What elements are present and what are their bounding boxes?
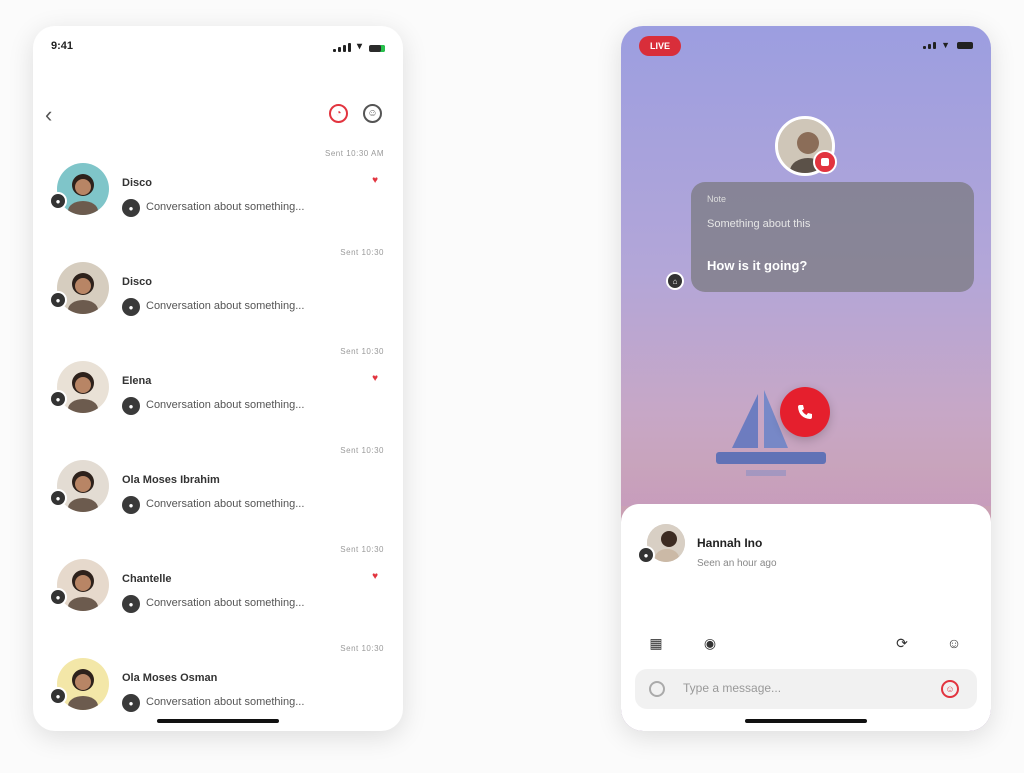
chat-list-item[interactable]: Sent 10:30 ● Ola Moses Osman ● Conversation … bbox=[33, 644, 403, 731]
chat-time: Sent 10:30 bbox=[340, 446, 384, 455]
battery-icon bbox=[957, 41, 973, 49]
chat-name: Chantelle bbox=[122, 573, 172, 585]
emoji-icon[interactable]: ☺ bbox=[941, 680, 959, 698]
chat-time: Sent 10:30 bbox=[340, 347, 384, 356]
message-user-icon: ● bbox=[122, 595, 140, 613]
home-icon: ⌂ bbox=[666, 272, 684, 290]
bubble-message: How is it going? bbox=[707, 258, 808, 273]
avatar[interactable] bbox=[57, 460, 109, 512]
phone-icon bbox=[798, 405, 812, 419]
chat-preview: Conversation about something... bbox=[146, 201, 305, 213]
message-user-icon: ● bbox=[122, 298, 140, 316]
qr-code-icon[interactable]: ▦ bbox=[645, 632, 667, 654]
chat-name: Elena bbox=[122, 375, 152, 387]
chat-preview: Conversation about something... bbox=[146, 597, 305, 609]
user-badge-icon: ● bbox=[49, 687, 67, 705]
heart-icon[interactable]: ♥ bbox=[372, 571, 378, 582]
chat-preview: Conversation about something... bbox=[146, 300, 305, 312]
eye-icon[interactable]: ◉ bbox=[699, 632, 721, 654]
signal-icon bbox=[923, 41, 937, 49]
bottom-sheet: ● Hannah Ino Seen an hour ago ▦ ◉ ⟳ ☺ Ty… bbox=[621, 504, 991, 731]
chat-list-item[interactable]: Sent 10:30 ● Ola Moses Ibrahim ● Conversatio… bbox=[33, 446, 403, 545]
chat-list-item[interactable]: Sent 10:30 ● Elena ● Conversation about some… bbox=[33, 347, 403, 446]
avatar[interactable] bbox=[57, 658, 109, 710]
user-badge-icon: ● bbox=[49, 192, 67, 210]
profile-icon[interactable]: ☺ bbox=[943, 632, 965, 654]
status-icons: ▼ bbox=[923, 40, 973, 50]
message-user-icon: ● bbox=[122, 694, 140, 712]
chat-name: Ola Moses Osman bbox=[122, 672, 218, 684]
contact-status: Seen an hour ago bbox=[697, 558, 777, 569]
avatar[interactable] bbox=[57, 163, 109, 215]
chat-name: Ola Moses Ibrahim bbox=[122, 474, 220, 486]
chat-list-item[interactable]: Sent 10:30 AM ● Disco ● Conversation about s… bbox=[33, 149, 403, 248]
status-bar: 9:41 ▾ bbox=[33, 26, 403, 66]
contact-name: Hannah Ino bbox=[697, 536, 763, 550]
avatar[interactable] bbox=[57, 559, 109, 611]
chat-list-phone: 9:41 ▾ ‹ ◔ ☺ Sent 10:30 AM ● Disco ● Convers… bbox=[33, 26, 403, 731]
avatar[interactable] bbox=[57, 262, 109, 314]
chat-time: Sent 10:30 bbox=[340, 644, 384, 653]
chat-time: Sent 10:30 AM bbox=[325, 149, 384, 158]
record-icon[interactable] bbox=[813, 150, 837, 174]
user-badge-icon: ● bbox=[49, 291, 67, 309]
bubble-subtext: Something about this bbox=[707, 218, 811, 230]
home-indicator bbox=[157, 719, 279, 723]
user-badge-icon: ● bbox=[49, 390, 67, 408]
heart-icon[interactable]: ♥ bbox=[372, 373, 378, 384]
back-chevron-icon[interactable]: ‹ bbox=[45, 104, 52, 126]
user-badge-icon: ● bbox=[49, 489, 67, 507]
live-badge: LIVE bbox=[639, 36, 682, 56]
chat-time: Sent 10:30 bbox=[340, 248, 384, 257]
camera-flip-icon[interactable]: ⟳ bbox=[891, 632, 913, 654]
end-call-button[interactable] bbox=[780, 387, 830, 437]
home-indicator bbox=[745, 719, 867, 723]
wifi-icon: ▼ bbox=[941, 40, 950, 50]
message-input[interactable]: Type a message... ☺ bbox=[635, 669, 977, 709]
chat-list-item[interactable]: Sent 10:30 ● Chantelle ● Conversation about … bbox=[33, 545, 403, 644]
profile-badge-icon: ● bbox=[637, 546, 655, 564]
message-user-icon: ● bbox=[122, 199, 140, 217]
signal-icon: ▾ bbox=[332, 40, 385, 52]
avatar[interactable] bbox=[57, 361, 109, 413]
chat-preview: Conversation about something... bbox=[146, 696, 305, 708]
timer-icon[interactable]: ◔ bbox=[329, 104, 348, 123]
message-placeholder: Type a message... bbox=[683, 681, 782, 695]
chat-preview: Conversation about something... bbox=[146, 498, 305, 510]
heart-icon[interactable]: ♥ bbox=[372, 175, 378, 186]
chat-preview: Conversation about something... bbox=[146, 399, 305, 411]
battery-icon bbox=[369, 44, 385, 52]
bubble-label: Note bbox=[707, 194, 727, 204]
chat-list-item[interactable]: Sent 10:30 ● Disco ● Conversation about some… bbox=[33, 248, 403, 347]
status-time: 9:41 bbox=[51, 40, 74, 52]
settings-face-icon[interactable]: ☺ bbox=[363, 104, 382, 123]
chat-name: Disco bbox=[122, 276, 152, 288]
wifi-icon: ▾ bbox=[356, 40, 362, 52]
call-phone: LIVE ▼ Note Something about this How is … bbox=[621, 26, 991, 731]
message-user-icon: ● bbox=[122, 397, 140, 415]
message-user-icon: ● bbox=[122, 496, 140, 514]
chat-name: Disco bbox=[122, 177, 152, 189]
chat-time: Sent 10:30 bbox=[340, 545, 384, 554]
top-bar: ‹ ◔ ☺ bbox=[33, 96, 403, 134]
attachment-icon[interactable] bbox=[649, 681, 665, 697]
message-bubble: Note Something about this How is it goin… bbox=[691, 182, 974, 292]
user-badge-icon: ● bbox=[49, 588, 67, 606]
